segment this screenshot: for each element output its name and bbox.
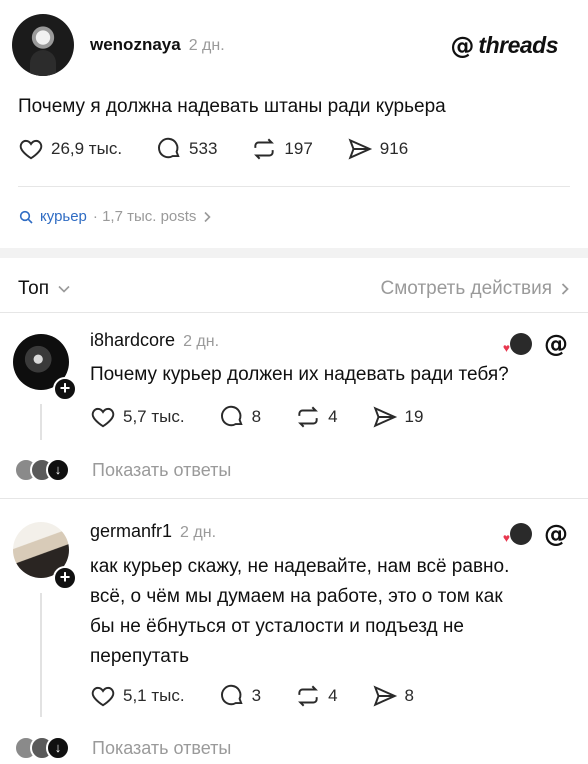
comment-button[interactable]: 3 <box>219 683 261 709</box>
reply-text-line: бы не ёбнуться от усталости и подъезд не <box>90 616 464 637</box>
follow-plus-icon[interactable]: + <box>53 377 77 401</box>
comment-icon <box>158 137 180 159</box>
comment-count: 3 <box>251 686 262 705</box>
share-button[interactable]: 8 <box>372 683 414 709</box>
post-time: 2 дн. <box>188 37 225 54</box>
repost-button[interactable]: 4 <box>295 404 338 430</box>
comment-button[interactable]: 8 <box>219 404 261 430</box>
reply-actions: 5,1 тыс. 3 4 8 <box>90 683 414 709</box>
share-button[interactable]: 916 <box>347 136 408 162</box>
reply-text-line: как курьер скажу, не надевайте, нам всё … <box>90 556 510 577</box>
like-count: 5,1 тыс. <box>123 686 185 705</box>
like-button[interactable]: 5,1 тыс. <box>90 683 185 709</box>
share-count: 19 <box>404 407 424 426</box>
comment-button[interactable]: 533 <box>156 136 217 162</box>
like-button[interactable]: 5,7 тыс. <box>90 404 185 430</box>
show-replies-link[interactable]: Показать ответы <box>92 460 231 481</box>
reply-text-line: перепутать <box>90 646 190 667</box>
share-count: 916 <box>379 139 409 158</box>
threads-icon[interactable]: @ <box>544 332 568 356</box>
show-replies-row[interactable]: ↓ Показать ответы <box>14 458 231 482</box>
post-actions: 26,9 тыс. 533 197 916 <box>18 136 408 162</box>
follow-plus-icon[interactable]: + <box>53 566 77 590</box>
reply-text-line: всё, о чём мы думаем на работе, это о то… <box>90 586 503 607</box>
repost-button[interactable]: 4 <box>295 683 338 709</box>
view-activity-label: Смотреть действия <box>380 278 552 299</box>
author-username[interactable]: wenoznaya <box>90 35 181 55</box>
threads-logo[interactable]: @ threads <box>450 32 558 59</box>
author-liked-heart-icon: ♥ <box>502 341 510 355</box>
show-replies-link[interactable]: Показать ответы <box>92 738 231 759</box>
expand-down-icon: ↓ <box>46 736 70 760</box>
heart-icon <box>91 407 115 428</box>
author-reaction-avatar <box>510 523 532 545</box>
sort-divider <box>0 312 588 313</box>
repost-icon <box>254 138 275 160</box>
author-reaction-avatar <box>510 333 532 355</box>
reply-username[interactable]: i8hardcore <box>90 330 175 351</box>
topic-tag-name[interactable]: курьер <box>40 208 87 225</box>
threads-icon[interactable]: @ <box>544 522 568 546</box>
repost-count: 4 <box>328 407 338 426</box>
reply-username[interactable]: germanfr1 <box>90 521 172 542</box>
expand-down-icon: ↓ <box>46 458 70 482</box>
threads-logo-icon: @ <box>544 330 568 358</box>
chevron-right-icon <box>204 211 212 222</box>
repost-icon <box>298 406 318 428</box>
share-button[interactable]: 19 <box>372 404 424 430</box>
repost-count: 4 <box>328 686 338 705</box>
repost-count: 197 <box>284 139 313 158</box>
sort-dropdown[interactable]: Топ <box>18 278 71 300</box>
thread-line <box>40 404 42 440</box>
comment-count: 8 <box>251 407 262 426</box>
author-avatar[interactable] <box>12 14 74 76</box>
threads-logo-icon: @ <box>544 520 568 548</box>
reply-text: как курьер скажу, не надевайте, нам всё … <box>90 552 509 672</box>
comment-icon <box>220 684 243 706</box>
reply-time: 2 дн. <box>180 524 217 541</box>
heart-icon <box>19 139 43 160</box>
reply-actions: 5,7 тыс. 8 4 19 <box>90 404 423 430</box>
reply-text: Почему курьер должен их надевать ради те… <box>90 364 509 385</box>
view-activity-link[interactable]: Смотреть действия <box>381 278 570 300</box>
send-icon <box>348 138 372 160</box>
like-count: 26,9 тыс. <box>51 139 123 158</box>
share-count: 8 <box>404 686 414 705</box>
reply-time: 2 дн. <box>183 333 220 350</box>
post-text: Почему я должна надевать штаны ради курь… <box>18 96 446 117</box>
send-icon <box>373 685 397 707</box>
show-replies-row[interactable]: ↓ Показать ответы <box>14 736 231 760</box>
chevron-down-icon <box>58 285 70 293</box>
repost-icon <box>298 685 318 707</box>
reply-divider <box>0 498 588 499</box>
sort-label: Топ <box>18 278 49 299</box>
reply-avatars-stack: ↓ <box>14 458 70 482</box>
send-icon <box>373 406 397 428</box>
section-separator <box>0 248 588 258</box>
like-button[interactable]: 26,9 тыс. <box>18 136 122 162</box>
heart-icon <box>91 686 115 707</box>
threads-logo-icon: @ <box>450 31 475 60</box>
author-liked-heart-icon: ♥ <box>502 531 510 545</box>
reply-reactions: ♥ @ <box>503 522 568 546</box>
repost-button[interactable]: 197 <box>251 136 313 162</box>
search-icon <box>19 210 33 224</box>
reply-avatars-stack: ↓ <box>14 736 70 760</box>
thread-line <box>40 593 42 717</box>
threads-wordmark: threads <box>478 32 558 58</box>
reply-reactions: ♥ @ <box>503 332 568 356</box>
comment-count: 533 <box>189 139 218 158</box>
topic-tag[interactable]: курьер · 1,7 тыс. posts <box>18 208 212 225</box>
topic-tag-meta: · 1,7 тыс. posts <box>92 208 197 225</box>
comment-icon <box>220 405 243 427</box>
post-divider <box>18 186 570 187</box>
chevron-right-icon <box>561 283 569 295</box>
like-count: 5,7 тыс. <box>123 407 185 426</box>
